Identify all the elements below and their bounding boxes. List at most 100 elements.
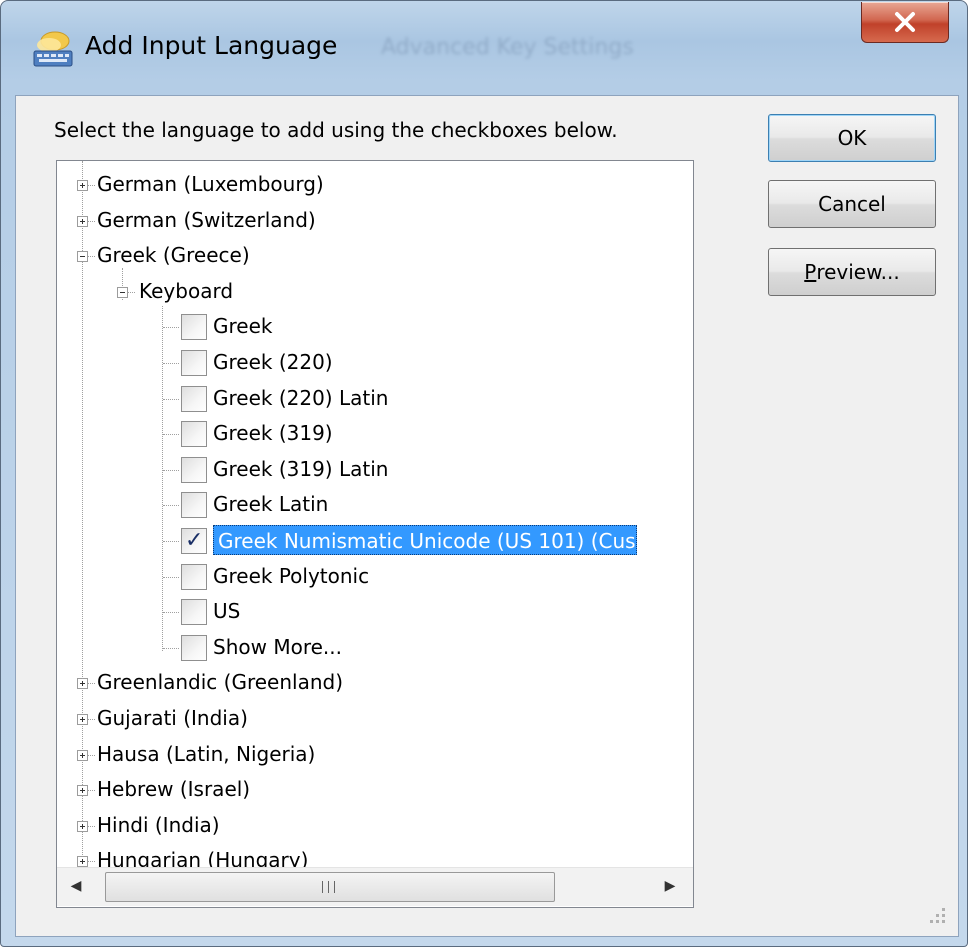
horizontal-scroll-thumb[interactable] bbox=[105, 872, 555, 902]
scroll-right-arrow[interactable]: ▶ bbox=[655, 878, 685, 894]
expand-plus-icon[interactable] bbox=[77, 785, 88, 796]
checkbox[interactable] bbox=[181, 492, 207, 518]
tree-line bbox=[88, 256, 95, 257]
grip-line bbox=[328, 881, 329, 893]
tree-node-label: Hungarian (Hungary) bbox=[97, 848, 309, 867]
tree-line bbox=[88, 826, 95, 827]
collapse-minus-icon[interactable] bbox=[117, 287, 128, 298]
tree-item-label: Greek Numismatic Unicode (US 101) (Cus bbox=[213, 525, 637, 555]
language-tree[interactable]: German (Luxembourg) German (Switzerland) G… bbox=[56, 160, 694, 908]
tree-node-label: Greek (Greece) bbox=[97, 243, 250, 267]
expand-plus-icon[interactable] bbox=[77, 714, 88, 725]
checkbox[interactable] bbox=[181, 599, 207, 625]
tree-item-label: Greek (319) Latin bbox=[213, 457, 389, 481]
tree-node-label: Hindi (India) bbox=[97, 813, 220, 837]
tree-item-label: Greek Polytonic bbox=[213, 564, 370, 588]
add-input-language-window: Add Input Language Advanced Key Settings… bbox=[0, 0, 968, 947]
dialog-client-area: Select the language to add using the che… bbox=[15, 95, 959, 937]
tree-checkbox-item[interactable]: Greek (319) Latin bbox=[57, 454, 693, 486]
tree-line bbox=[163, 399, 179, 400]
ok-button[interactable]: OK bbox=[768, 114, 936, 162]
expand-plus-icon[interactable] bbox=[77, 678, 88, 689]
tree-checkbox-item[interactable]: ✓ Greek Numismatic Unicode (US 101) (Cus bbox=[57, 525, 693, 557]
tree-checkbox-item[interactable]: Greek bbox=[57, 311, 693, 343]
collapse-minus-icon[interactable] bbox=[77, 251, 88, 262]
tree-node-label: Gujarati (India) bbox=[97, 706, 248, 730]
tree-line bbox=[88, 683, 95, 684]
tree-line bbox=[88, 790, 95, 791]
tree-node-label: Hausa (Latin, Nigeria) bbox=[97, 742, 316, 766]
tree-node[interactable]: Greek (Greece) bbox=[57, 240, 693, 272]
tree-line bbox=[88, 861, 95, 862]
checkmark-icon: ✓ bbox=[185, 528, 204, 553]
expand-plus-icon[interactable] bbox=[77, 750, 88, 761]
grip-line bbox=[322, 881, 323, 893]
checkbox-checked[interactable]: ✓ bbox=[181, 528, 207, 554]
preview-button[interactable]: Preview... bbox=[768, 248, 936, 296]
tree-node[interactable]: Gujarati (India) bbox=[57, 703, 693, 735]
tree-node[interactable]: Keyboard bbox=[57, 276, 693, 308]
grip-line bbox=[334, 881, 335, 893]
resize-grip-icon[interactable] bbox=[924, 902, 948, 926]
expand-plus-icon[interactable] bbox=[77, 821, 88, 832]
tree-line bbox=[163, 327, 179, 328]
window-title: Add Input Language bbox=[85, 31, 338, 60]
checkbox[interactable] bbox=[181, 386, 207, 412]
tree-line bbox=[163, 470, 179, 471]
tree-item-label: Greek (319) bbox=[213, 421, 333, 445]
tree-node[interactable]: German (Luxembourg) bbox=[57, 169, 693, 201]
checkbox[interactable] bbox=[181, 421, 207, 447]
preview-mnemonic: P bbox=[804, 260, 817, 284]
tree-line bbox=[88, 755, 95, 756]
checkbox[interactable] bbox=[181, 457, 207, 483]
tree-line bbox=[88, 221, 95, 222]
instruction-text: Select the language to add using the che… bbox=[54, 118, 618, 142]
checkbox[interactable] bbox=[181, 314, 207, 340]
scrollbar-corner bbox=[693, 867, 694, 905]
close-button[interactable] bbox=[861, 2, 949, 43]
expand-plus-icon[interactable] bbox=[77, 180, 88, 191]
tree-content: German (Luxembourg) German (Switzerland) G… bbox=[57, 161, 693, 867]
tree-line bbox=[163, 363, 179, 364]
tree-checkbox-item[interactable]: Show More... bbox=[57, 632, 693, 664]
tree-line bbox=[163, 434, 179, 435]
tree-checkbox-item[interactable]: Greek (220) bbox=[57, 347, 693, 379]
tree-checkbox-item[interactable]: Greek (220) Latin bbox=[57, 383, 693, 415]
checkbox[interactable] bbox=[181, 635, 207, 661]
tree-line bbox=[88, 185, 95, 186]
scroll-left-arrow[interactable]: ◀ bbox=[61, 878, 91, 894]
input-language-icon bbox=[33, 31, 73, 67]
tree-checkbox-item[interactable]: US bbox=[57, 596, 693, 628]
checkbox[interactable] bbox=[181, 564, 207, 590]
tree-item-label: Greek bbox=[213, 314, 273, 338]
tree-node[interactable]: Hungarian (Hungary) bbox=[57, 845, 693, 867]
title-bar[interactable]: Add Input Language Advanced Key Settings bbox=[1, 1, 967, 96]
cancel-button[interactable]: Cancel bbox=[768, 180, 936, 228]
tree-line bbox=[163, 577, 179, 578]
horizontal-scrollbar[interactable]: ◀ ▶ bbox=[57, 867, 693, 906]
tree-checkbox-item[interactable]: Greek (319) bbox=[57, 418, 693, 450]
close-icon bbox=[895, 12, 915, 32]
expand-plus-icon[interactable] bbox=[77, 216, 88, 227]
tree-node[interactable]: German (Switzerland) bbox=[57, 205, 693, 237]
tree-line bbox=[163, 505, 179, 506]
tree-node[interactable]: Hindi (India) bbox=[57, 810, 693, 842]
vertical-scrollbar[interactable]: ▲ ▼ bbox=[693, 161, 694, 867]
tree-node-label: German (Luxembourg) bbox=[97, 172, 324, 196]
tree-checkbox-item[interactable]: Greek Latin bbox=[57, 489, 693, 521]
tree-line bbox=[163, 648, 179, 649]
tree-node-label: German (Switzerland) bbox=[97, 208, 316, 232]
tree-checkbox-item[interactable]: Greek Polytonic bbox=[57, 561, 693, 593]
tree-node-label: Greenlandic (Greenland) bbox=[97, 670, 344, 694]
tree-node[interactable]: Hebrew (Israel) bbox=[57, 774, 693, 806]
preview-label: review... bbox=[816, 260, 900, 284]
tree-node[interactable]: Hausa (Latin, Nigeria) bbox=[57, 739, 693, 771]
expand-plus-icon[interactable] bbox=[77, 856, 88, 867]
tree-node-label: Hebrew (Israel) bbox=[97, 777, 251, 801]
tree-line bbox=[128, 292, 135, 293]
tree-node[interactable]: Greenlandic (Greenland) bbox=[57, 667, 693, 699]
checkbox[interactable] bbox=[181, 350, 207, 376]
tree-item-label: Greek (220) bbox=[213, 350, 333, 374]
background-window-text: Advanced Key Settings bbox=[381, 35, 634, 60]
tree-line bbox=[88, 719, 95, 720]
